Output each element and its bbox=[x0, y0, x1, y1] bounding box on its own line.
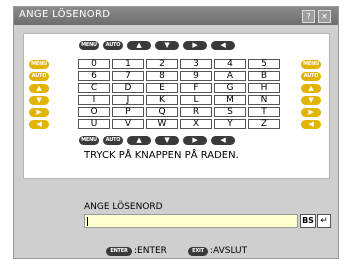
right-menu-key[interactable]: MENU bbox=[301, 60, 321, 69]
right-left-arrow-icon[interactable]: ◀ bbox=[301, 120, 321, 129]
right-right-arrow-icon[interactable]: ▶ bbox=[301, 108, 321, 117]
key-e[interactable]: E bbox=[146, 83, 178, 93]
enter-label: :ENTER bbox=[134, 246, 167, 256]
footer-bar: ENTER :ENTER EXIT :AVSLUT bbox=[14, 244, 338, 259]
exit-label: :AVSLUT bbox=[210, 246, 248, 256]
key-x[interactable]: X bbox=[180, 119, 212, 129]
bottom-up-arrow-icon[interactable]: ▲ bbox=[127, 136, 151, 145]
key-k[interactable]: K bbox=[146, 95, 178, 105]
left-menu-key[interactable]: MENU bbox=[29, 60, 49, 69]
key-a[interactable]: A bbox=[214, 71, 246, 81]
key-c[interactable]: C bbox=[78, 83, 110, 93]
left-up-arrow-icon[interactable]: ▲ bbox=[29, 84, 49, 93]
right-up-arrow-icon[interactable]: ▲ bbox=[301, 84, 321, 93]
top-auto-adj-key[interactable]: AUTO ADJ. bbox=[103, 41, 123, 57]
help-icon[interactable]: ? bbox=[302, 10, 315, 23]
key-5[interactable]: 5 bbox=[248, 59, 280, 69]
key-l[interactable]: L bbox=[180, 95, 212, 105]
backspace-button[interactable]: BS bbox=[300, 214, 316, 228]
key-7[interactable]: 7 bbox=[112, 71, 144, 81]
key-3[interactable]: 3 bbox=[180, 59, 212, 69]
enter-key-badge: ENTER bbox=[106, 247, 132, 256]
bottom-down-arrow-icon[interactable]: ▼ bbox=[155, 136, 179, 145]
key-u[interactable]: U bbox=[78, 119, 110, 129]
right-auto-adj-key[interactable]: AUTO ADJ. bbox=[301, 72, 321, 88]
key-2[interactable]: 2 bbox=[146, 59, 178, 69]
bottom-auto-adj-key[interactable]: AUTO ADJ. bbox=[103, 136, 123, 152]
key-v[interactable]: V bbox=[112, 119, 144, 129]
key-b[interactable]: B bbox=[248, 71, 280, 81]
right-down-arrow-icon[interactable]: ▼ bbox=[301, 96, 321, 105]
top-menu-key[interactable]: MENU bbox=[79, 41, 99, 50]
top-up-arrow-icon[interactable]: ▲ bbox=[127, 41, 151, 50]
key-o[interactable]: O bbox=[78, 107, 110, 117]
top-down-arrow-icon[interactable]: ▼ bbox=[155, 41, 179, 50]
key-h[interactable]: H bbox=[248, 83, 280, 93]
key-g[interactable]: G bbox=[214, 83, 246, 93]
key-9[interactable]: 9 bbox=[180, 71, 212, 81]
title-bar: ANGE LÖSENORD ? ✕ bbox=[14, 7, 338, 25]
key-4[interactable]: 4 bbox=[214, 59, 246, 69]
exit-key-badge: EXIT bbox=[188, 247, 208, 256]
enter-return-icon[interactable]: ↵ bbox=[317, 214, 331, 228]
left-right-arrow-icon[interactable]: ▶ bbox=[29, 108, 49, 117]
text-caret bbox=[87, 217, 88, 226]
key-r[interactable]: R bbox=[180, 107, 212, 117]
key-d[interactable]: D bbox=[112, 83, 144, 93]
key-f[interactable]: F bbox=[180, 83, 212, 93]
key-0[interactable]: 0 bbox=[78, 59, 110, 69]
key-p[interactable]: P bbox=[112, 107, 144, 117]
key-6[interactable]: 6 bbox=[78, 71, 110, 81]
close-icon[interactable]: ✕ bbox=[318, 10, 331, 23]
left-left-arrow-icon[interactable]: ◀ bbox=[29, 120, 49, 129]
bottom-left-arrow-icon[interactable]: ◀ bbox=[211, 136, 235, 145]
key-j[interactable]: J bbox=[112, 95, 144, 105]
key-w[interactable]: W bbox=[146, 119, 178, 129]
key-n[interactable]: N bbox=[248, 95, 280, 105]
left-down-arrow-icon[interactable]: ▼ bbox=[29, 96, 49, 105]
top-right-arrow-icon[interactable]: ▶ bbox=[183, 41, 207, 50]
key-t[interactable]: T bbox=[248, 107, 280, 117]
left-auto-adj-key[interactable]: AUTO ADJ. bbox=[29, 72, 49, 88]
key-i[interactable]: I bbox=[78, 95, 110, 105]
key-8[interactable]: 8 bbox=[146, 71, 178, 81]
password-input[interactable] bbox=[84, 214, 298, 228]
key-q[interactable]: Q bbox=[146, 107, 178, 117]
hint-text: TRYCK PÅ KNAPPEN PÅ RADEN. bbox=[84, 150, 239, 161]
key-m[interactable]: M bbox=[214, 95, 246, 105]
bottom-menu-key[interactable]: MENU bbox=[79, 136, 99, 145]
key-s[interactable]: S bbox=[214, 107, 246, 117]
key-1[interactable]: 1 bbox=[112, 59, 144, 69]
top-left-arrow-icon[interactable]: ◀ bbox=[211, 41, 235, 50]
key-z[interactable]: Z bbox=[248, 119, 280, 129]
password-label: ANGE LÖSENORD bbox=[84, 202, 163, 212]
key-y[interactable]: Y bbox=[214, 119, 246, 129]
bottom-right-arrow-icon[interactable]: ▶ bbox=[183, 136, 207, 145]
dialog-title: ANGE LÖSENORD bbox=[19, 9, 111, 20]
password-dialog: ANGE LÖSENORD ? ✕ MENU AUTO ADJ. ▲ ▼ ▶ ◀… bbox=[13, 6, 339, 259]
keypad-panel: MENU AUTO ADJ. ▲ ▼ ▶ ◀ MENU AUTO ADJ. ▲ … bbox=[23, 33, 330, 179]
